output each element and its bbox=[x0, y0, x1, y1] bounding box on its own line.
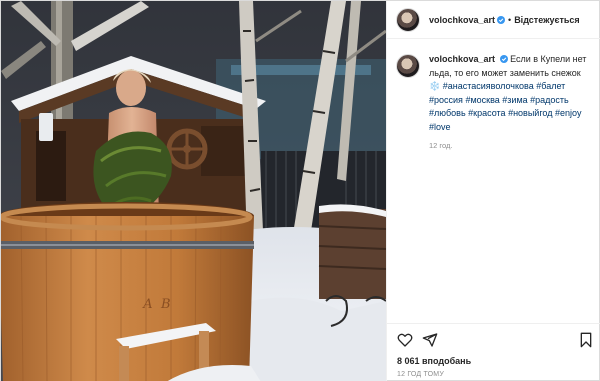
hashtag-link[interactable]: #love bbox=[429, 122, 451, 132]
tub-monogram: А В bbox=[143, 297, 173, 312]
heart-icon[interactable] bbox=[397, 332, 413, 348]
hashtag-link[interactable]: #москва bbox=[465, 95, 499, 105]
hashtag-link[interactable]: #анастасияволочкова bbox=[443, 81, 534, 91]
hashtag-link[interactable]: #enjoy bbox=[555, 108, 582, 118]
hashtag-link[interactable]: #балет bbox=[536, 81, 565, 91]
hashtag-link[interactable]: #россия bbox=[429, 95, 463, 105]
caption-body: volochkova_art Если в Купели нет льда, т… bbox=[429, 53, 594, 153]
avatar[interactable] bbox=[396, 7, 420, 32]
hashtag-link[interactable]: #любовь bbox=[429, 108, 466, 118]
caption-time: 12 год. bbox=[429, 141, 453, 150]
likes-count[interactable]: 8 061 вподобань bbox=[397, 356, 471, 366]
post-side-panel: volochkova_art • Відстежується volochkov… bbox=[386, 1, 600, 381]
hashtag-link[interactable]: #красота bbox=[468, 108, 505, 118]
post-photo[interactable]: А В bbox=[1, 1, 386, 381]
post-header: volochkova_art • Відстежується bbox=[387, 1, 600, 39]
hashtag-list: #анастасияволочкова #балет #россия #моск… bbox=[429, 81, 582, 132]
hashtag-link[interactable]: #новыйгод bbox=[508, 108, 552, 118]
verified-badge-icon bbox=[497, 15, 506, 24]
photo-scene bbox=[1, 1, 386, 381]
following-button[interactable]: Відстежується bbox=[514, 15, 579, 25]
caption: volochkova_art Если в Купели нет льда, т… bbox=[396, 53, 596, 153]
username-link[interactable]: volochkova_art bbox=[429, 15, 495, 25]
post-timestamp[interactable]: 12 ГОД ТОМУ bbox=[397, 371, 444, 378]
hashtag-link[interactable]: #зима bbox=[502, 95, 527, 105]
instagram-post: А В volochkova_art • Відстежується voloc… bbox=[0, 0, 600, 381]
share-icon[interactable] bbox=[422, 332, 438, 348]
verified-badge-icon bbox=[499, 55, 508, 63]
caption-username-link[interactable]: volochkova_art bbox=[429, 54, 495, 64]
caption-avatar[interactable] bbox=[396, 54, 420, 78]
bookmark-icon[interactable] bbox=[578, 332, 594, 348]
post-actions: 8 061 вподобань 12 ГОД ТОМУ bbox=[387, 323, 600, 381]
separator-dot: • bbox=[508, 14, 512, 25]
hashtag-link[interactable]: #радость bbox=[530, 95, 569, 105]
action-row bbox=[397, 332, 594, 350]
